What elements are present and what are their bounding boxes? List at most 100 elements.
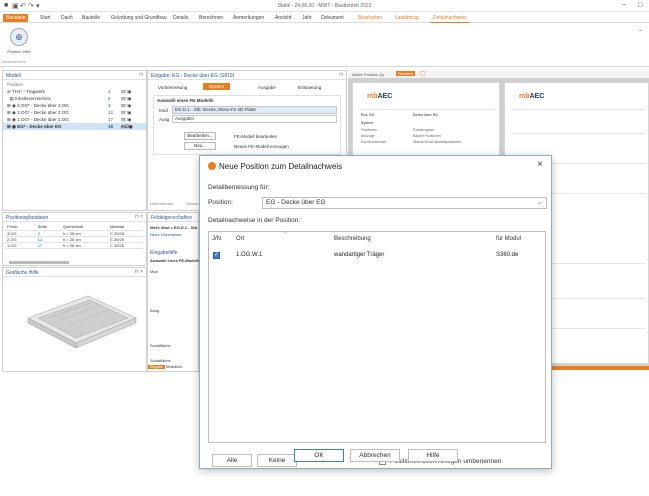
tab-detailnachweis[interactable]: Detailnachweis — [430, 14, 470, 23]
row-ort[interactable]: 1.OG.W.1 — [236, 252, 262, 258]
detail-list: J/N Ort ^ Beschreibung für Modul ✓ 1.OG.… — [208, 231, 546, 443]
model-panel: Modell ⊓ Position ⊖ TH1* - Tragwerk 1 ⊟□◉ ▤… — [2, 70, 147, 211]
help-title: Eingabehilfe — [150, 250, 178, 256]
tab-start[interactable]: Start — [37, 14, 54, 22]
cut-label: Ausg — [159, 117, 170, 122]
tab-lastabtrag[interactable]: Lastabtrag — [392, 14, 422, 22]
tab-ansicht[interactable]: Ansicht — [272, 14, 294, 22]
help-item: Schalfläche — [150, 358, 171, 363]
tab-details[interactable]: Details — [170, 14, 191, 22]
tree-item[interactable]: ⊖ TH1* - Tragwerk 1 ⊟□◉ — [3, 88, 146, 95]
new-position-dialog: Neue Position zum Detailnachweis × Detai… — [199, 155, 552, 469]
ribbon-tabs: Baustein Start Dach Bauteile Gründung un… — [0, 12, 649, 23]
tree-item[interactable]: ▤ Inhaltsverzeichnis 2 ⊟□◉ — [3, 95, 146, 102]
visibility-icon[interactable]: ⊟□◉ — [121, 109, 131, 116]
close-button[interactable]: × — [537, 159, 543, 170]
plan-data-panel: Positionsplandaten ⊓ × Positi.. Seite Quers… — [2, 212, 147, 266]
tab-dokument[interactable]: Dokument — [318, 14, 347, 22]
props-link[interactable]: Neue Übernahme — [150, 232, 182, 237]
graphic-help-title: Grafische Hilfe — [6, 270, 39, 276]
sort-icon: ^ — [284, 231, 287, 237]
tab-baustein[interactable]: Baustein — [3, 14, 29, 22]
tab-eingabe[interactable]: Eingabe — [148, 365, 165, 369]
tab-ausgabe[interactable]: Ausgabe — [258, 85, 276, 90]
tab-system[interactable]: System — [203, 83, 231, 90]
model-select[interactable]: EG.D.1 - Stb. Decke, Mono-Fe 2D Platte — [172, 106, 337, 114]
tab-bearbeiten[interactable]: Bearbeiten — [355, 14, 385, 22]
model-panel-title: Modell ⊓ — [3, 71, 146, 80]
visibility-icon[interactable]: ⊟□◉ — [121, 88, 131, 95]
edit-button[interactable]: Bearbeiten... — [184, 132, 216, 140]
minimize-button[interactable]: − — [622, 2, 626, 9]
visibility-icon[interactable]: ⊟□◉ — [121, 116, 131, 123]
ok-button[interactable]: OK — [294, 449, 344, 462]
col-modul[interactable]: für Modul — [496, 236, 521, 242]
pin-icon[interactable]: ⊓ — [139, 72, 143, 78]
tab-anmerkungen[interactable]: Anmerkungen — [230, 14, 267, 22]
list-label: Detailnachweise in der Position: — [208, 217, 301, 224]
graphic-help-panel: Grafische Hilfe ⊓ × — [2, 267, 147, 372]
tree-item[interactable]: ⊞ ◉ 2.OG* - Decke über 3.OG 3 ⊟□◉ — [3, 102, 146, 109]
tab-modellinfo[interactable]: Modellinfo — [166, 365, 182, 369]
company-logo: mbAEC — [519, 93, 545, 100]
dialog-title: Neue Position zum Detailnachweis — [208, 162, 342, 171]
col-ort[interactable]: Ort — [236, 236, 244, 242]
col-beschreibung[interactable]: Beschreibung — [334, 236, 371, 242]
tree-item-selected[interactable]: ⊞ ◉ EG* - Decke über EG 18 ⊟☑◉ — [3, 123, 146, 130]
row-beschreibung: wandartiger Träger — [334, 252, 385, 258]
doc-tab-active-position[interactable]: Aktive Position (1) — [352, 72, 384, 77]
tab-berechnen[interactable]: Berechnen — [196, 14, 226, 22]
table-row[interactable]: 1.OG 17 h = 26 cm C 20/25 — [5, 242, 143, 249]
tab-vorbemerkung[interactable]: Vorbemerkung — [158, 85, 187, 90]
app-logo-icon — [208, 162, 216, 170]
tab-uebernehmen[interactable]: Übernehmen — [150, 201, 173, 206]
visibility-icon[interactable]: ⊟☑◉ — [121, 123, 133, 130]
pin-icon[interactable]: ⊓ — [339, 72, 343, 78]
row-checkbox[interactable]: ✓ — [213, 252, 220, 259]
maximize-button[interactable]: □ — [638, 2, 642, 9]
tree-item[interactable]: ⊞ ◉ 1.OG* - Decke über 1.OG 17 ⊟□◉ — [3, 116, 146, 123]
help-item: Mod — [150, 269, 158, 274]
doc-tab-print[interactable]: Drucken — [396, 71, 415, 76]
fe-model-group-title: Auswahl eines FE-Modells — [157, 98, 214, 103]
input-panel-title: Eingabe: EG - Decke über EG (S819) — [151, 73, 235, 79]
select-none-button[interactable]: Keine — [257, 454, 297, 467]
model-panel-header: Position — [7, 82, 24, 87]
tree-item[interactable]: ⊞ ◉ 2.OG* - Decke über 2.OG 12 ⊟□◉ — [3, 109, 146, 116]
pin-close-icon[interactable]: ⊓ × — [135, 214, 143, 220]
horizontal-scrollbar[interactable] — [9, 261, 69, 264]
props-panel: Feldeigenschaften Wert: Mod = EG.D.1 - S… — [147, 212, 201, 372]
doc-tabbar: Aktive Position (1) Drucken ▢ — [348, 70, 649, 79]
props-panel-title: Feldeigenschaften — [151, 215, 192, 221]
tab-gruendung[interactable]: Gründung und Grundbau — [108, 14, 170, 22]
tab-bauteile[interactable]: Bauteile — [79, 14, 103, 22]
visibility-icon[interactable]: ⊟□◉ — [121, 95, 131, 102]
position-label: Position: — [208, 199, 233, 206]
slab-illustration — [27, 295, 137, 349]
col-jn[interactable]: J/N — [212, 236, 221, 242]
pin-close-icon[interactable]: ⊓ × — [135, 269, 143, 275]
ribbon-group-label: Detailnachweis — [2, 60, 26, 64]
position-help-label[interactable]: Position Hilfe — [2, 49, 36, 54]
ribbon-collapse-icon[interactable]: ⌃ — [638, 29, 643, 36]
cut-select[interactable]: Ausgabel — [172, 115, 337, 123]
position-select[interactable]: EG - Decke über EG ⌄ — [262, 197, 547, 209]
window-title: Statik - 24.06.20 - MWT - Baubetrieb 202… — [277, 3, 372, 9]
help-line: Auswahl eines FE-Modells — [150, 258, 201, 263]
tab-dach[interactable]: Dach — [58, 14, 76, 22]
model-label: Mod — [159, 108, 168, 113]
select-all-button[interactable]: Alle — [212, 454, 252, 467]
tab-erlaeuterung[interactable]: Erläuterung — [298, 85, 321, 90]
row-modul: S360.de — [496, 252, 519, 258]
tab-jahr[interactable]: Jahr — [299, 14, 315, 22]
help-item: Ausg — [150, 308, 160, 313]
help-button[interactable]: Hilfe — [408, 449, 458, 462]
fe-model-group: Auswahl eines FE-Modells Mod EG.D.1 - St… — [153, 95, 341, 155]
visibility-icon[interactable]: ⊟□◉ — [121, 102, 131, 109]
cancel-button[interactable]: Abbrechen — [350, 449, 400, 462]
new-doc-icon[interactable]: ▢ — [420, 70, 426, 77]
title-bar: ■ ▣ ↶ ↷ ▾ Statik - 24.06.20 - MWT - Baub… — [0, 0, 649, 12]
plan-data-title: Positionsplandaten — [6, 215, 49, 221]
position-help-icon[interactable]: ⊕ — [10, 28, 28, 46]
new-button[interactable]: Neu... — [184, 142, 216, 150]
